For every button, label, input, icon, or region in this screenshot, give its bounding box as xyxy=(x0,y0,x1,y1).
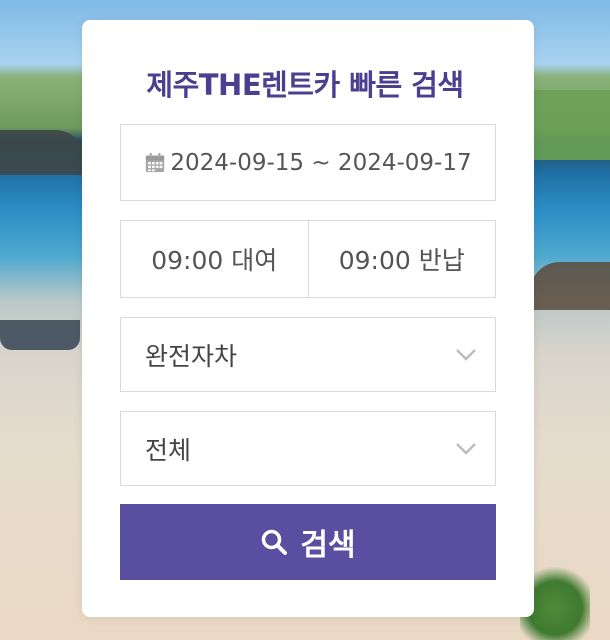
date-range-picker[interactable]: 2024-09-15 ~ 2024-09-17 xyxy=(120,124,496,201)
rental-time-select[interactable]: 09:00 대여 xyxy=(121,221,308,297)
chevron-down-icon xyxy=(456,442,476,455)
chevron-down-icon xyxy=(456,348,476,361)
search-button[interactable]: 검색 xyxy=(120,504,496,580)
search-icon xyxy=(262,529,288,555)
bg-boat xyxy=(0,320,80,350)
insurance-select[interactable]: 완전자차 xyxy=(120,317,496,392)
insurance-select-value: 완전자차 xyxy=(145,341,238,371)
date-range-text: 2024-09-15 ~ 2024-09-17 xyxy=(170,149,472,176)
return-time-select[interactable]: 09:00 반납 xyxy=(307,221,495,297)
bg-rocks xyxy=(0,130,85,175)
page-title: 제주THE렌트카 빠른 검색 xyxy=(146,68,464,102)
time-row: 09:00 대여 09:00 반납 xyxy=(120,220,496,298)
search-button-label: 검색 xyxy=(300,528,356,563)
calendar-icon xyxy=(146,152,165,172)
bg-rocks-right xyxy=(530,262,610,310)
car-category-select[interactable]: 전체 xyxy=(120,411,496,486)
car-category-select-value: 전체 xyxy=(145,435,192,465)
